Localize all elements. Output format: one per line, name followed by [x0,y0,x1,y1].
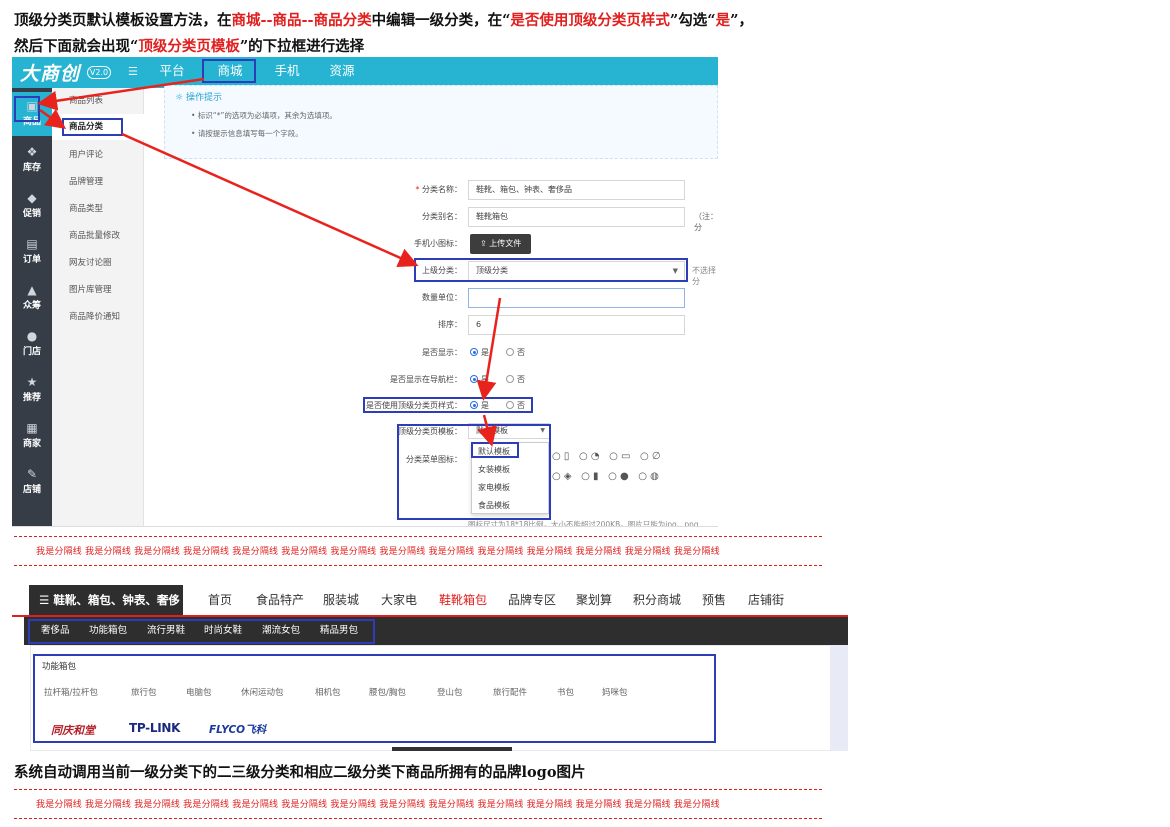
location-icon: ● [26,329,38,343]
admin-sidebar: ▣ 商品 ❖ 库存 ◆ 促销 ▤ 订单 ▲ 众筹 ● 门店 ★ 推荐 ▦ 商家 ✎ 店铺 [12,88,52,526]
sidebar-item-crowdfund[interactable]: ▲ 众筹 [12,276,52,320]
highlight-box [62,118,123,136]
top-nav-mobile[interactable]: 手机 [267,57,307,88]
highlight-box [471,442,519,458]
admin-topbar: 大商创 V2.0 ☰ 平台 商城 手机 资源 [12,57,718,88]
intro-text: 顶级分类页默认模板设置方法，在商城--商品--商品分类中编辑一级分类，在“是否使… [14,8,764,60]
sidebar-item-orders[interactable]: ▤ 订单 [12,230,52,274]
banner-strip [392,747,512,751]
separator-line: 我是分隔线 我是分隔线 我是分隔线 我是分隔线 我是分隔线 我是分隔线 我是分隔… [14,536,822,566]
intro-part: 顶级分类页默认模板设置方法，在 [14,12,232,29]
banner-edge [830,645,848,751]
submenu-discussion[interactable]: 网友讨论圈 [52,250,144,276]
top-nav-platform[interactable]: 平台 [152,57,192,88]
sidebar-item-stores[interactable]: ● 门店 [12,322,52,366]
operation-tips: ☼ 操作提示 • 标识“*”的选项为必填项，其余为选填项。 • 请按提示信息填写… [164,85,718,159]
version-badge: V2.0 [87,66,111,79]
sidebar-item-promotion[interactable]: ◆ 促销 [12,184,52,228]
unit-label: 数量单位： [422,293,462,302]
menu-toggle-icon[interactable]: ☰ [128,66,140,78]
intro-highlight: 是否使用顶级分类页样式 [510,12,670,29]
submenu-price-notify[interactable]: 商品降价通知 [52,304,144,330]
highlight-box [202,59,256,83]
tips-line: • 请按提示信息填写每一个字段。 [191,129,303,138]
shop-nav-clothing[interactable]: 服装城 [323,585,359,615]
shop-nav-points[interactable]: 积分商城 [633,585,681,615]
tips-title: ☼ 操作提示 [175,93,222,103]
sort-input[interactable]: 6 [468,315,685,335]
submenu-goods-list[interactable]: 商品列表 [52,88,144,114]
show-no-radio[interactable]: 否 [506,346,525,360]
highlight-box [363,397,533,413]
star-icon: ★ [26,375,38,389]
lightbulb-icon: ☼ [175,93,184,103]
intro-highlight: 商城--商品--商品分类 [231,12,372,29]
category-alias-input[interactable]: 鞋靴箱包 [468,207,685,227]
menu-icon-options[interactable]: ○ ◈ ○ ▮ ○ ● ○ ◍ [552,471,659,482]
alias-note: （注：分 [694,212,718,232]
intro-part: ”勾选“ [669,12,716,29]
shop-nav-presale[interactable]: 预售 [702,585,726,615]
top-nav-resources[interactable]: 资源 [322,57,362,88]
category-alias-label: 分类别名： [422,212,462,221]
shop-nav-food[interactable]: 食品特产 [256,585,304,615]
shop-nav-appliance[interactable]: 大家电 [381,585,417,615]
tag-icon: ◆ [27,191,37,205]
parent-note: 不选择分 [692,266,716,286]
submenu-batch-edit[interactable]: 商品批量修改 [52,223,144,249]
menu-icon-options[interactable]: ○ ▯ ○ ◔ ○ ▭ ○ ∅ [552,451,661,462]
upload-file-button[interactable]: ⇪ 上传文件 [470,234,532,254]
icon-size-note: 图标尺寸为18*18比例，大小不能超过200KB，图片只能为jpg、png [468,520,699,527]
submenu-image-library[interactable]: 图片库管理 [52,277,144,303]
intro-part: ”的下拉框进行选择 [239,38,365,55]
app-logo: 大商创 [20,63,81,85]
store-icon: ▦ [26,421,38,435]
nav-no-radio[interactable]: 否 [506,373,525,387]
separator-line: 我是分隔线 我是分隔线 我是分隔线 我是分隔线 我是分隔线 我是分隔线 我是分隔… [14,789,822,819]
stock-icon: ❖ [26,145,38,159]
show-label: 是否显示： [422,348,462,357]
admin-submenu: 商品列表 商品分类 用户评论 品牌管理 商品类型 商品批量修改 网友讨论圈 图片… [52,88,144,526]
nav-show-label: 是否显示在导航栏： [390,375,462,384]
crowdfund-icon: ▲ [27,283,37,297]
category-menu-button[interactable]: ☰ 鞋靴、箱包、钟表、奢侈品 [29,585,183,637]
shop-nav-shoes-bags[interactable]: 鞋靴箱包 [439,585,487,615]
submenu-user-comments[interactable]: 用户评论 [52,142,144,168]
submenu-brand-manage[interactable]: 品牌管理 [52,169,144,195]
nav-yes-radio[interactable]: 是 [470,373,489,387]
show-yes-radio[interactable]: 是 [470,346,489,360]
caption-text: 系统自动调用当前一级分类下的二三级分类和相应二级分类下商品所拥有的品牌logo图… [14,764,586,781]
tips-line: • 标识“*”的选项为必填项，其余为选填项。 [191,111,337,120]
sort-label: 排序： [438,320,462,329]
highlight-box [33,654,716,743]
sidebar-item-recommend[interactable]: ★ 推荐 [12,368,52,412]
order-icon: ▤ [26,237,38,251]
sidebar-item-shops[interactable]: ✎ 店铺 [12,460,52,504]
highlight-box [28,619,375,644]
category-name-input[interactable]: 鞋靴、箱包、钟表、奢侈品 [468,180,685,200]
intro-part: 中编辑一级分类，在“ [371,12,511,29]
submenu-goods-type[interactable]: 商品类型 [52,196,144,222]
highlight-box [414,258,688,282]
upload-icon: ⇪ [480,239,487,248]
intro-highlight: 顶级分类页模板 [138,38,240,55]
sidebar-item-merchants[interactable]: ▦ 商家 [12,414,52,458]
highlight-box [14,96,40,122]
intro-highlight: 是 [715,12,731,29]
shop-nav-deals[interactable]: 聚划算 [576,585,612,615]
highlight-box [397,424,551,520]
shop-nav-home[interactable]: 首页 [208,585,232,615]
shop-icon: ✎ [26,467,38,481]
shop-nav-stores[interactable]: 店铺街 [748,585,784,615]
unit-input[interactable] [468,288,685,308]
sidebar-item-stock[interactable]: ❖ 库存 [12,138,52,182]
shop-nav-brands[interactable]: 品牌专区 [508,585,556,615]
list-icon: ☰ [39,593,50,607]
mobile-icon-label: 手机小图标： [414,239,462,248]
category-name-label: * 分类名称： [415,185,462,194]
